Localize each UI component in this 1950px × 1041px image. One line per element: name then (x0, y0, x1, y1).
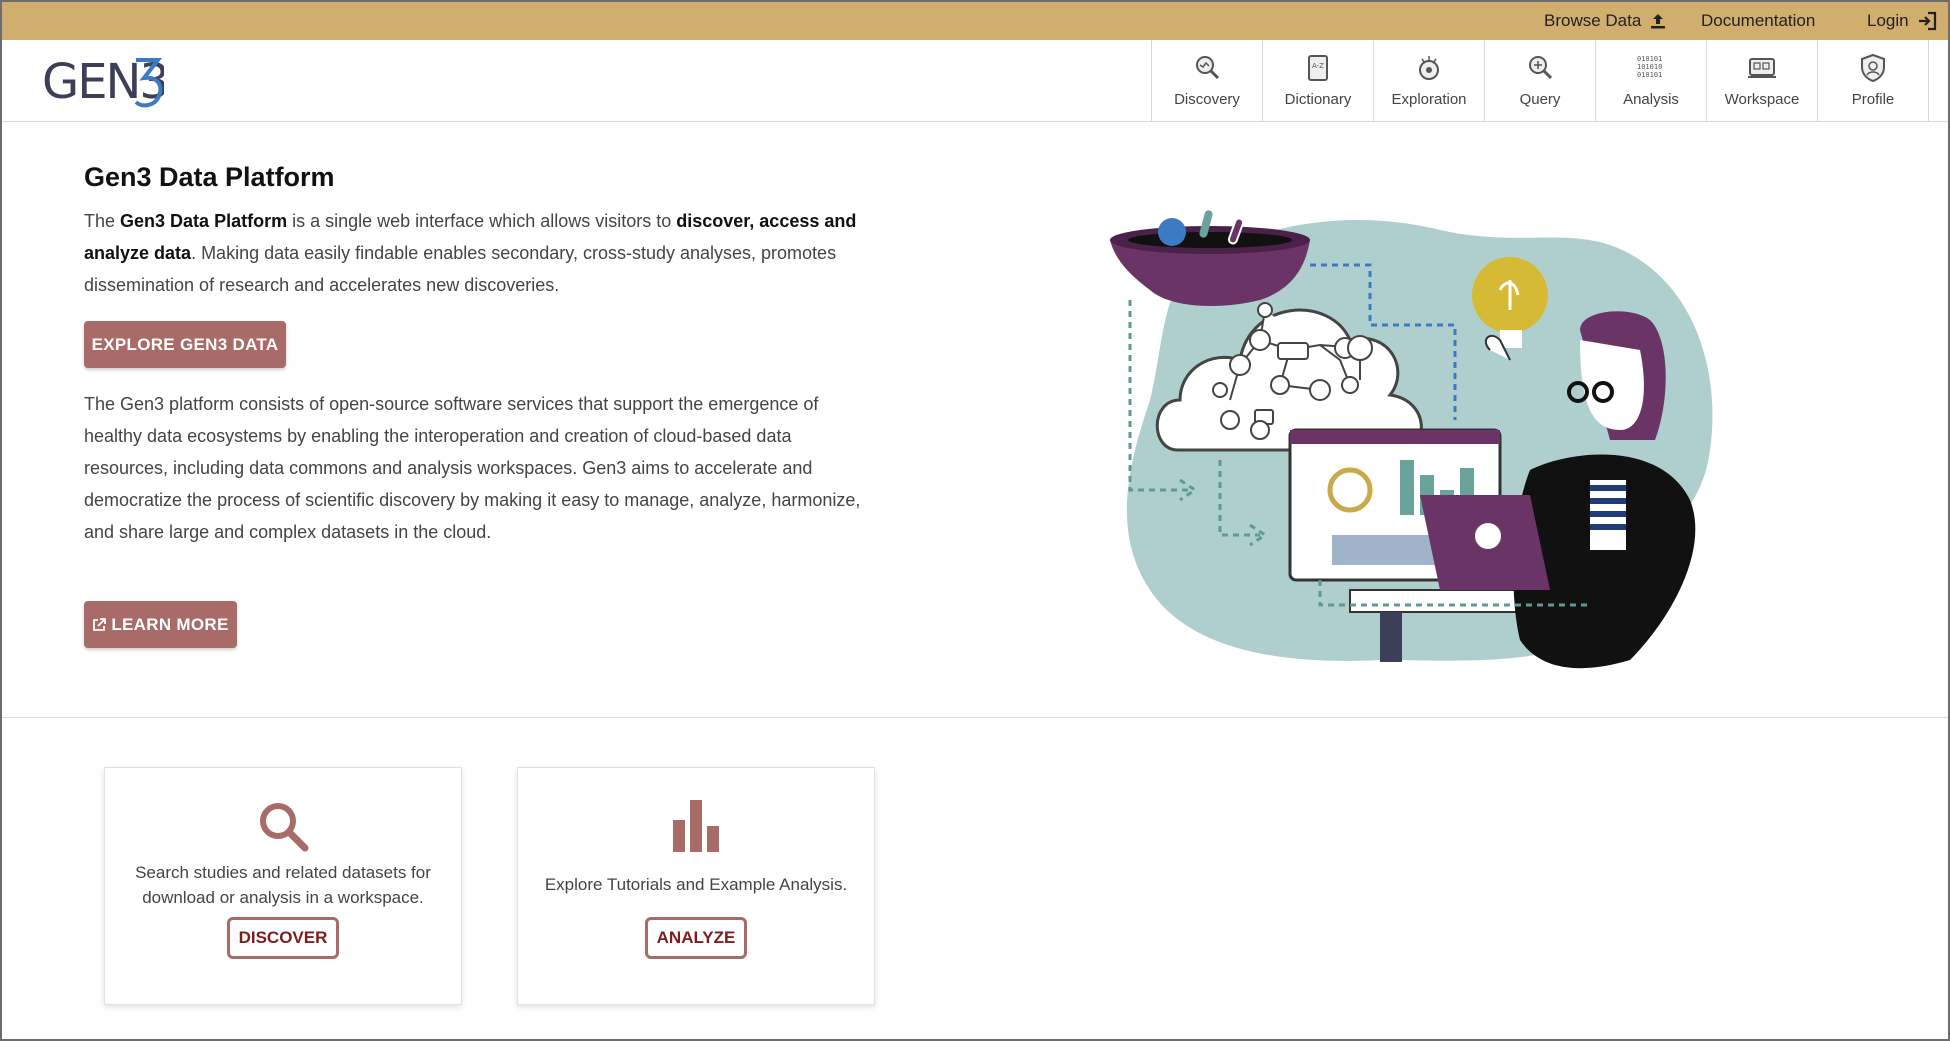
nav-discovery[interactable]: Discovery (1152, 40, 1263, 121)
profile-icon (1861, 53, 1885, 83)
upload-icon (1651, 14, 1666, 29)
discover-card: Search studies and related datasets for … (104, 767, 462, 1005)
login-link[interactable]: Login (1867, 11, 1937, 31)
svg-text:101010: 101010 (1637, 63, 1662, 71)
main-navbar: GEN3 Discovery A-Z Dictionary Exploratio… (2, 40, 1948, 122)
browse-data-label: Browse Data (1544, 11, 1642, 30)
section-divider (2, 717, 1948, 718)
svg-text:A-Z: A-Z (1312, 62, 1324, 70)
laptop-logo-shape (1475, 523, 1501, 549)
documentation-label: Documentation (1701, 11, 1816, 30)
nav-items: Discovery A-Z Dictionary Exploration Que… (1151, 40, 1929, 121)
gen3-logo[interactable]: GEN3 (42, 52, 170, 115)
nav-workspace-label: Workspace (1724, 91, 1800, 108)
dna-bubble-shape (1158, 218, 1186, 246)
intro-text-2: is a single web interface which allows v… (287, 211, 677, 231)
query-icon (1529, 56, 1553, 80)
login-icon (1918, 11, 1936, 31)
intro-text-1: The (84, 211, 121, 231)
logo-text: GEN3 (42, 54, 164, 110)
svg-text:010101: 010101 (1637, 71, 1662, 79)
nav-exploration-label: Exploration (1391, 91, 1467, 108)
top-bar: Browse Data Documentation Login (2, 2, 1948, 40)
nav-dictionary-label: Dictionary (1284, 91, 1352, 108)
discover-button-label: DISCOVER (238, 928, 328, 947)
bar-chart-icon (673, 800, 719, 852)
explore-gen3-data-button[interactable]: EXPLORE GEN3 DATA (84, 321, 286, 368)
intro-bold-1: Gen3 Data Platform (120, 211, 288, 231)
nav-discovery-label: Discovery (1174, 91, 1240, 108)
nav-analysis[interactable]: 010101 101010 010101 Analysis (1596, 40, 1707, 121)
page-title: Gen3 Data Platform (84, 162, 335, 192)
svg-text:010101: 010101 (1637, 55, 1662, 63)
dashboard-titlebar-shape (1290, 430, 1500, 444)
nav-query[interactable]: Query (1485, 40, 1596, 121)
learn-more-button[interactable]: LEARN MORE (84, 601, 237, 648)
exploration-icon (1419, 56, 1439, 80)
external-link-icon (93, 617, 107, 631)
discover-button[interactable]: DISCOVER (227, 917, 339, 959)
nav-analysis-label: Analysis (1623, 91, 1679, 108)
analyze-card: Explore Tutorials and Example Analysis. … (517, 767, 875, 1005)
search-icon (260, 803, 309, 852)
funnel-hole-shape (1128, 232, 1292, 248)
nav-query-label: Query (1519, 91, 1561, 108)
nav-workspace[interactable]: Workspace (1707, 40, 1818, 121)
discover-card-text: Search studies and related datasets for … (135, 863, 431, 907)
learn-more-label: LEARN MORE (111, 614, 229, 634)
analyze-card-text: Explore Tutorials and Example Analysis. (544, 875, 848, 894)
hero-body: The Gen3 platform consists of open-sourc… (84, 394, 861, 542)
analyze-button[interactable]: ANALYZE (645, 917, 747, 959)
nav-exploration[interactable]: Exploration (1374, 40, 1485, 121)
hero-intro: The Gen3 Data Platform is a single web i… (84, 205, 874, 301)
dictionary-icon: A-Z (1308, 55, 1328, 81)
nav-dictionary[interactable]: A-Z Dictionary (1263, 40, 1374, 121)
desk-leg-shape (1380, 612, 1402, 662)
intro-text-3: . Making data easily findable enables se… (84, 243, 837, 295)
explore-button-label: EXPLORE GEN3 DATA (91, 334, 279, 354)
dashboard-bar-1 (1400, 460, 1414, 515)
hero-section: Gen3 Data Platform (84, 162, 874, 193)
analysis-icon: 010101101010010101 (1637, 55, 1662, 79)
analyze-button-label: ANALYZE (656, 928, 736, 947)
nav-profile[interactable]: Profile (1818, 40, 1929, 121)
browse-data-link[interactable]: Browse Data (1544, 11, 1667, 31)
login-label: Login (1867, 11, 1909, 30)
workspace-icon (1748, 58, 1776, 78)
documentation-link[interactable]: Documentation (1701, 11, 1815, 31)
hero-illustration (1110, 210, 1713, 669)
nav-profile-label: Profile (1851, 91, 1895, 108)
discovery-icon (1196, 56, 1220, 80)
